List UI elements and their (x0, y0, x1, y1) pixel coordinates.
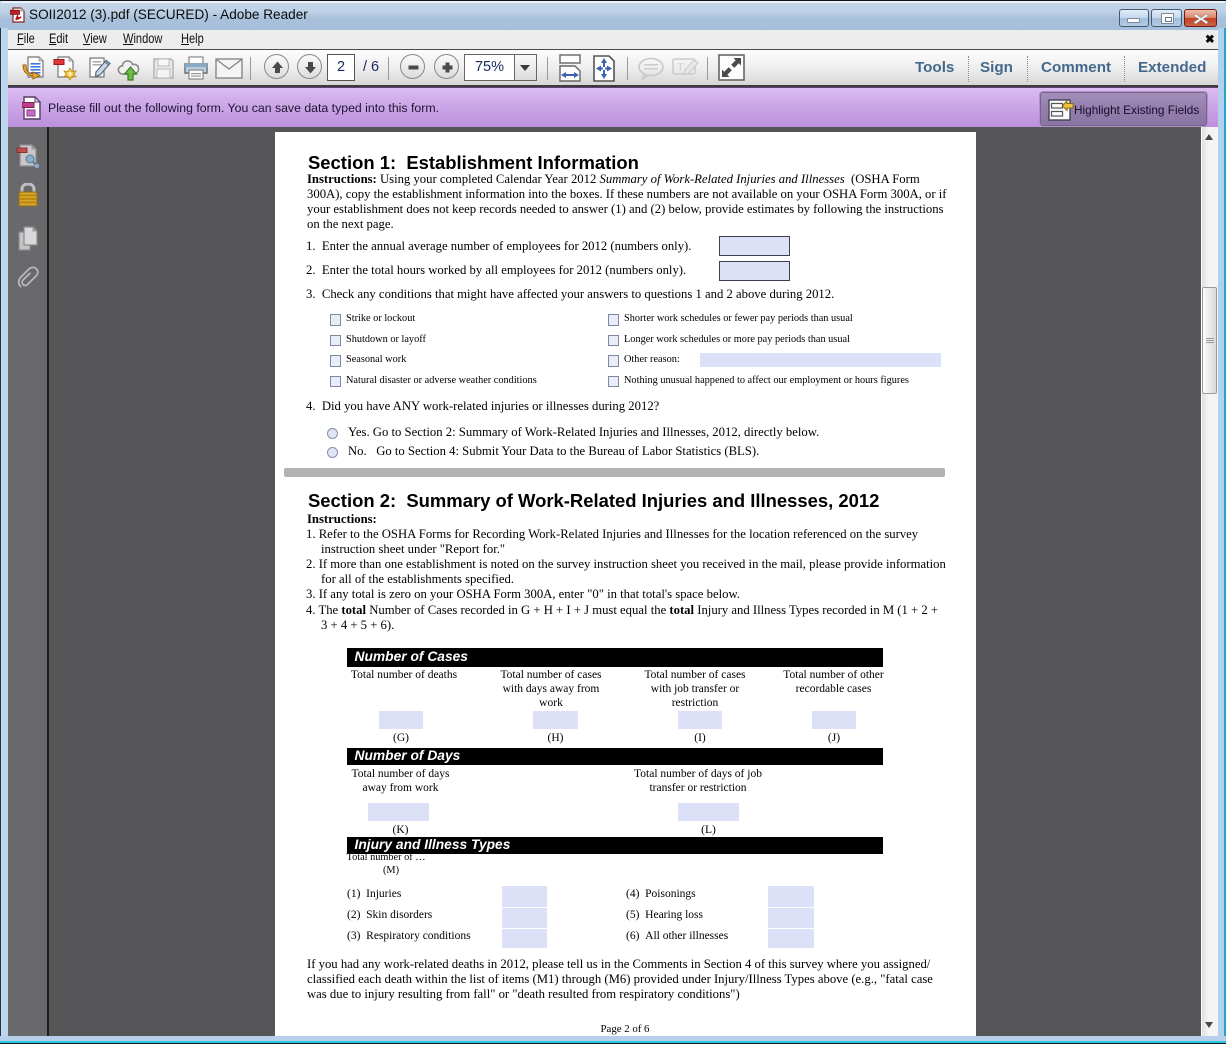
svg-text:T: T (677, 61, 684, 73)
